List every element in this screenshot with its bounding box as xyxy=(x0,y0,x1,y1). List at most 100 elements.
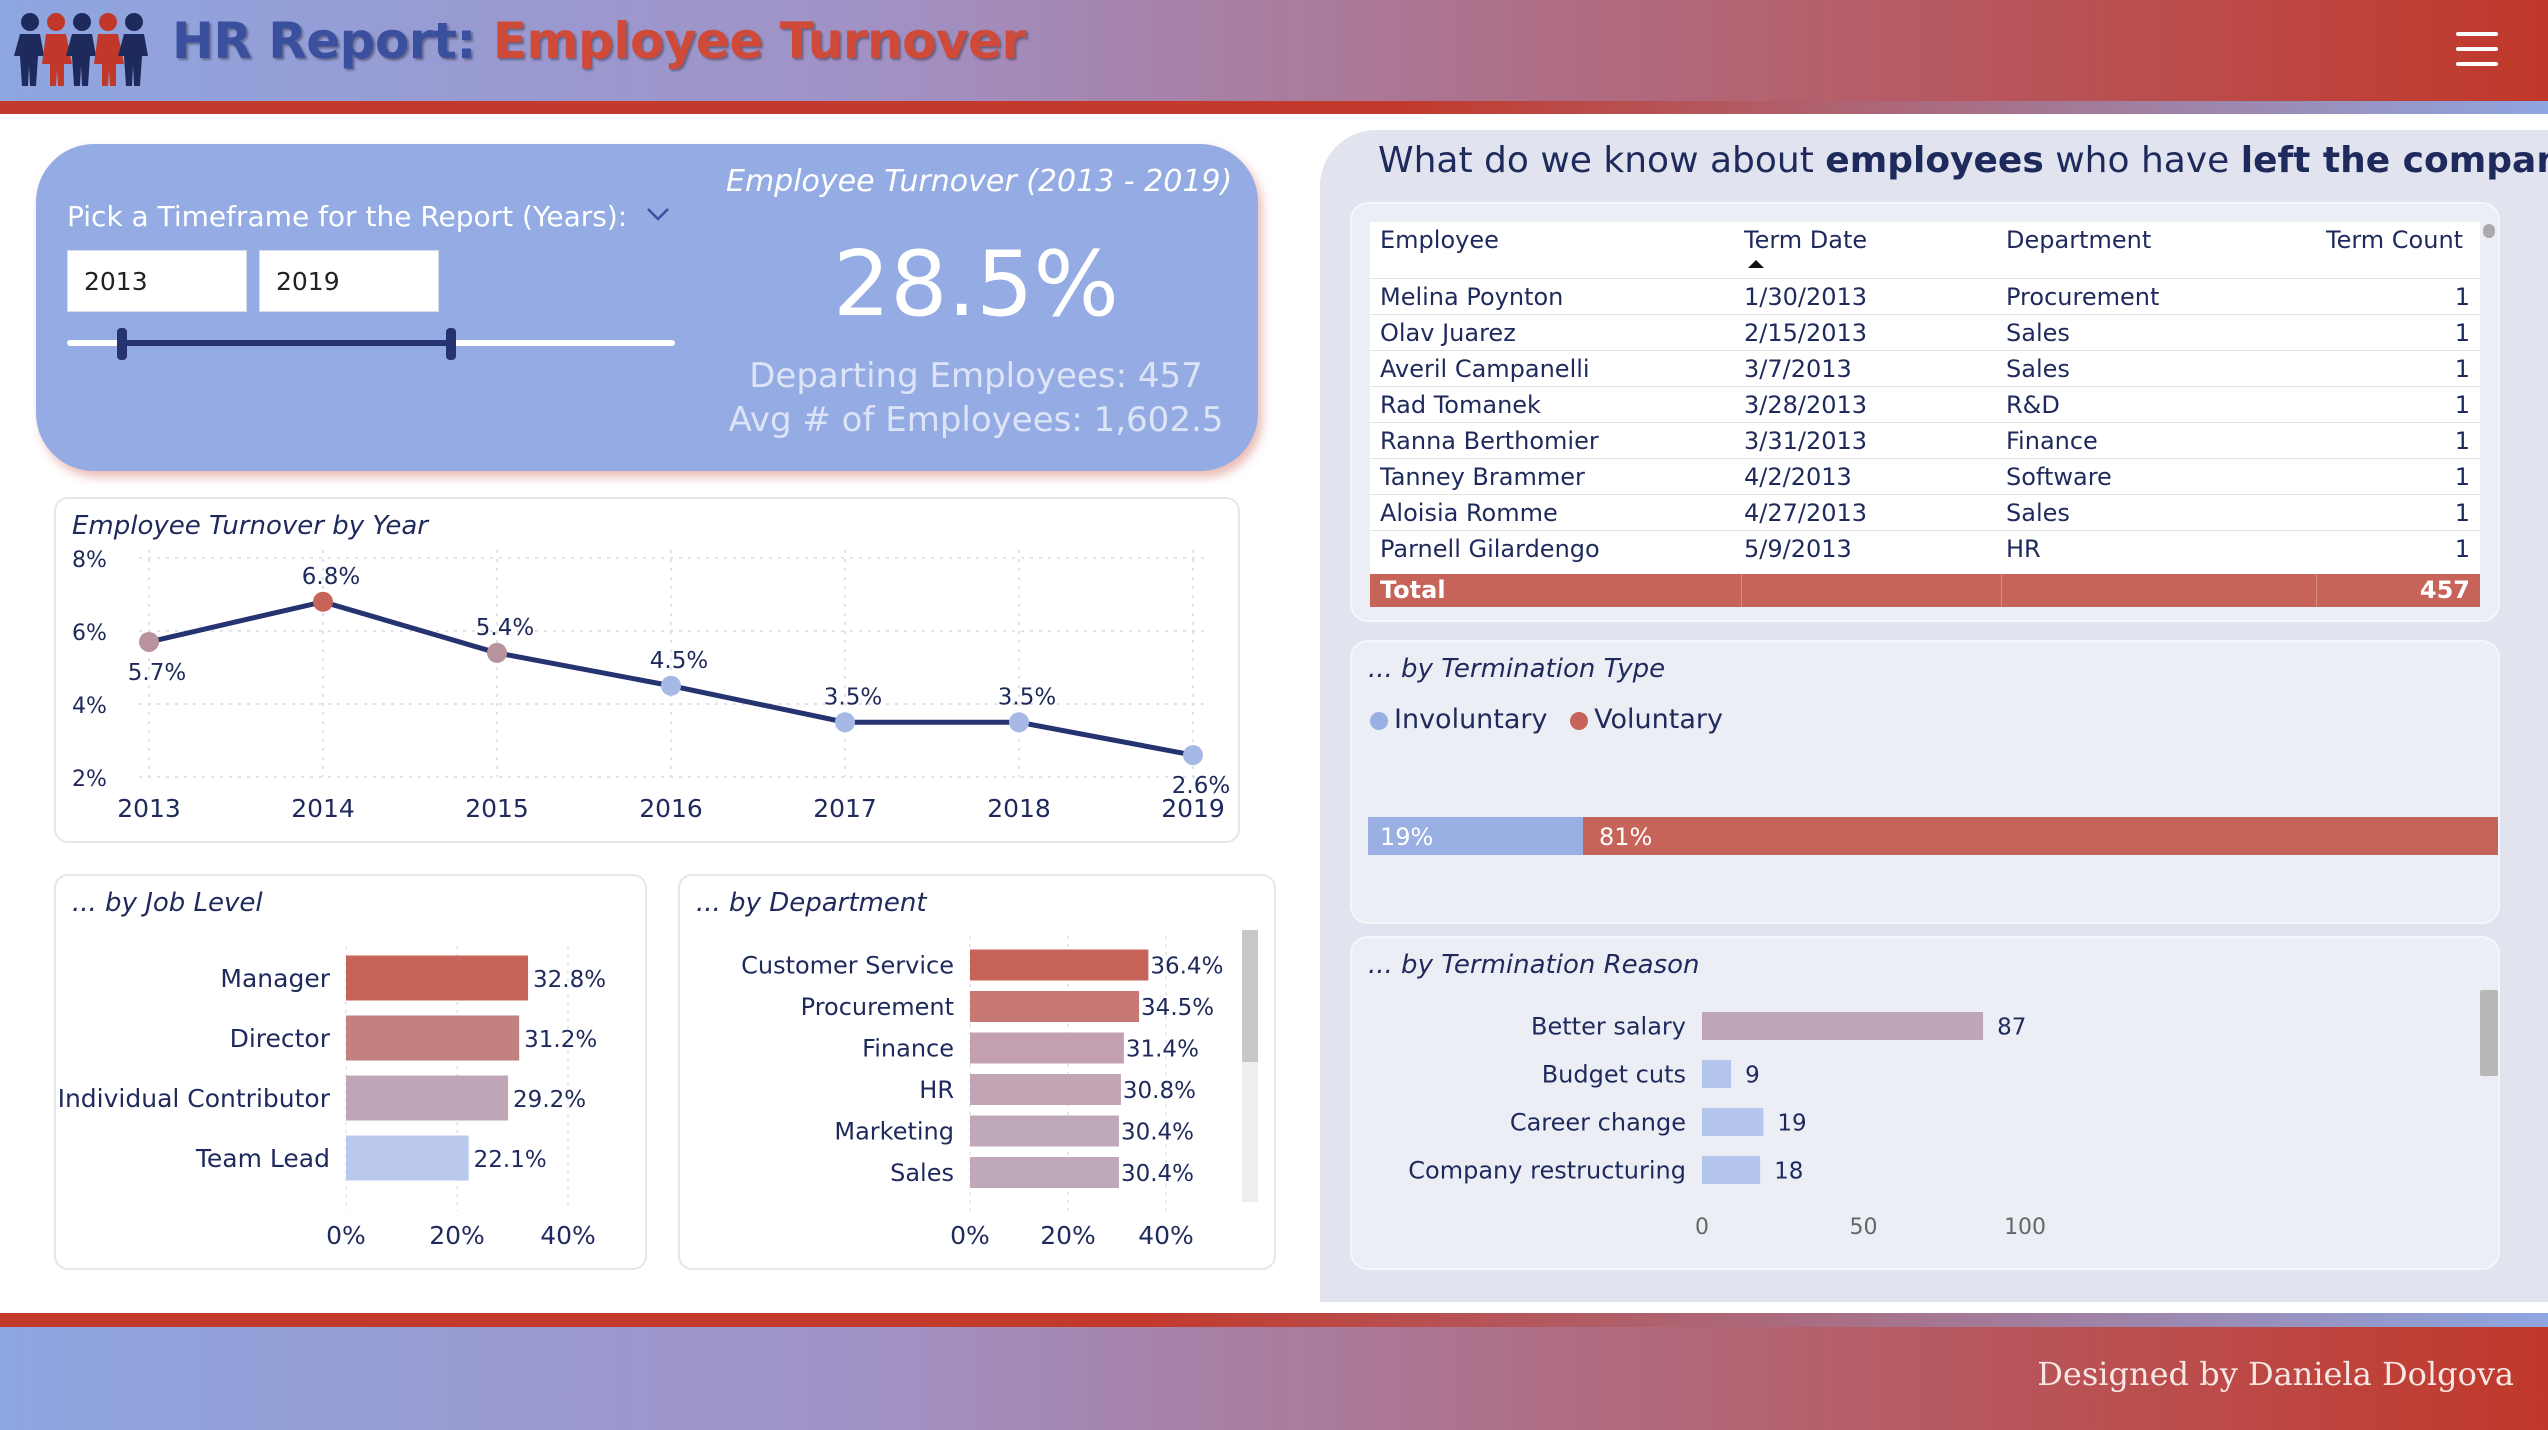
termination-type-panel: ... by Termination Type xyxy=(1350,640,2500,924)
table-row[interactable]: Rad Tomanek 3/28/2013 R&D 1 xyxy=(1370,386,2480,422)
data-label: 22.1% xyxy=(474,1147,547,1173)
report-title-main: Employee Turnover xyxy=(492,12,1026,70)
category-label: Company restructuring xyxy=(1408,1157,1686,1185)
bar xyxy=(1702,1060,1732,1088)
reason-scrollbar-thumb[interactable] xyxy=(2480,990,2498,1076)
footer-accent-bar xyxy=(0,1313,2548,1327)
end-year-input[interactable]: 2019 xyxy=(259,250,439,312)
x-tick-label: 2018 xyxy=(987,794,1051,823)
data-label: 9 xyxy=(1745,1063,1760,1089)
bar xyxy=(970,1074,1121,1105)
department-cell: HR xyxy=(2006,535,2041,563)
involuntary-segment[interactable]: 19% xyxy=(1368,817,1583,855)
data-label: 32.8% xyxy=(533,967,606,993)
voluntary-segment[interactable]: 81% xyxy=(1583,817,2498,855)
table-row[interactable]: Ranna Berthomier 3/31/2013 Finance 1 xyxy=(1370,422,2480,458)
data-label: 19 xyxy=(1777,1111,1806,1137)
data-label: 3.5% xyxy=(824,684,882,710)
data-label: 31.2% xyxy=(524,1027,597,1053)
table-header-department[interactable]: Department xyxy=(2006,226,2151,254)
turnover-by-year-panel: Employee Turnover by Year 8% 6% 4% 2% 2013 20… xyxy=(54,497,1240,843)
year-slider-range xyxy=(122,340,451,346)
term-count-cell: 1 xyxy=(2454,283,2470,311)
year-slider-end-handle[interactable] xyxy=(446,328,456,360)
job-level-chart: 0% 20% 40% Manager 32.8% Director 31.2% Individ… xyxy=(58,946,606,1250)
legend-involuntary-label[interactable]: Involuntary xyxy=(1394,704,1548,735)
category-label: Customer Service xyxy=(741,952,954,980)
kpi-departing-employees: Departing Employees: 457 xyxy=(749,356,1203,396)
start-year-input[interactable]: 2013 xyxy=(67,250,247,312)
employee-table: Employee Term Date Department Term Count… xyxy=(1370,222,2495,607)
year-slider-start-handle[interactable] xyxy=(117,328,127,360)
table-row[interactable]: Parnell Gilardengo 5/9/2013 HR 1 xyxy=(1370,530,2480,566)
department-chart: 0% 20% 40% Customer Service 36.4% Procurement… xyxy=(741,936,1223,1250)
bar xyxy=(346,1075,509,1121)
bar xyxy=(970,991,1140,1022)
term-date-cell: 4/27/2013 xyxy=(1744,499,1868,527)
table-row[interactable]: Olav Juarez 2/15/2013 Sales 1 xyxy=(1370,314,2480,350)
table-row[interactable]: Tanney Brammer 4/2/2013 Software 1 xyxy=(1370,458,2480,494)
bar xyxy=(970,1032,1124,1064)
category-label: HR xyxy=(919,1076,954,1104)
x-tick-label: 2017 xyxy=(813,794,877,823)
x-tick-label: 0 xyxy=(1695,1215,1709,1240)
term-count-cell: 1 xyxy=(2454,427,2470,455)
term-date-cell: 2/15/2013 xyxy=(1744,319,1868,347)
category-label: Procurement xyxy=(801,993,954,1021)
x-tick-label: 0% xyxy=(950,1221,990,1250)
hamburger-menu-icon[interactable] xyxy=(2456,32,2498,72)
department-cell: Software xyxy=(2006,463,2112,491)
turnover-by-year-chart: 8%6%4%2%2013 2014 2015 2016 2017 2018 20195.7%… xyxy=(72,548,1230,823)
term-count-cell: 1 xyxy=(2454,499,2470,527)
x-tick-label: 40% xyxy=(1138,1221,1194,1250)
table-header-term-date[interactable]: Term Date xyxy=(1744,226,1867,254)
question-bold-1: employees xyxy=(1825,140,2044,181)
term-date-cell: 1/30/2013 xyxy=(1744,283,1868,311)
term-count-cell: 1 xyxy=(2454,391,2470,419)
table-scrollbar-thumb[interactable] xyxy=(2483,224,2495,238)
chevron-down-icon[interactable] xyxy=(644,200,672,228)
data-label: 30.4% xyxy=(1121,1161,1194,1187)
kpi-turnover-value: 28.5% xyxy=(833,232,1119,337)
term-count-cell: 1 xyxy=(2454,535,2470,563)
x-tick-label: 50 xyxy=(1850,1215,1878,1240)
bar xyxy=(970,1115,1119,1147)
category-label: Budget cuts xyxy=(1542,1061,1686,1089)
table-header-term-count[interactable]: Term Count xyxy=(2326,226,2463,254)
table-header: Employee Term Date Department Term Count xyxy=(1370,222,2480,278)
x-tick-label: 2015 xyxy=(465,794,529,823)
term-count-cell: 1 xyxy=(2454,319,2470,347)
y-tick-label: 6% xyxy=(72,621,107,646)
question-bold-2: left the company xyxy=(2240,140,2548,181)
legend-voluntary-label[interactable]: Voluntary xyxy=(1594,704,1723,735)
table-row[interactable]: Melina Poynton 1/30/2013 Procurement 1 xyxy=(1370,278,2480,314)
department-scrollbar-thumb[interactable] xyxy=(1242,930,1258,1062)
data-label: 2.6% xyxy=(1172,773,1230,799)
data-label: 4.5% xyxy=(650,648,708,674)
department-panel: ... by Department 0% 20% 40% Customer Servi… xyxy=(678,874,1276,1270)
data-label: 29.2% xyxy=(513,1087,586,1113)
data-point xyxy=(661,675,681,696)
data-label: 3.5% xyxy=(998,684,1056,710)
employee-name-cell: Melina Poynton xyxy=(1380,283,1564,311)
total-value: 457 xyxy=(2419,576,2470,604)
table-row[interactable]: Averil Campanelli 3/7/2013 Sales 1 xyxy=(1370,350,2480,386)
data-label: 30.8% xyxy=(1123,1078,1196,1104)
data-point xyxy=(1009,712,1029,733)
category-label: Manager xyxy=(220,964,330,993)
sort-ascending-icon[interactable] xyxy=(1746,258,1766,270)
people-group-icon xyxy=(14,13,148,86)
employee-name-cell: Ranna Berthomier xyxy=(1380,427,1599,455)
kpi-title: Employee Turnover (2013 - 2019) xyxy=(726,164,1233,199)
table-row[interactable]: Aloisia Romme 4/27/2013 Sales 1 xyxy=(1370,494,2480,530)
y-tick-label: 4% xyxy=(72,694,107,719)
data-point xyxy=(487,642,507,663)
category-label: Sales xyxy=(890,1159,954,1187)
category-label: Director xyxy=(230,1024,331,1053)
x-tick-label: 20% xyxy=(1040,1221,1096,1250)
table-header-employee[interactable]: Employee xyxy=(1380,226,1499,254)
department-cell: Sales xyxy=(2006,355,2070,383)
designer-credit: Designed by Daniela Dolgova xyxy=(2037,1355,2514,1393)
bar xyxy=(1702,1108,1764,1136)
term-date-cell: 3/7/2013 xyxy=(1744,355,1852,383)
